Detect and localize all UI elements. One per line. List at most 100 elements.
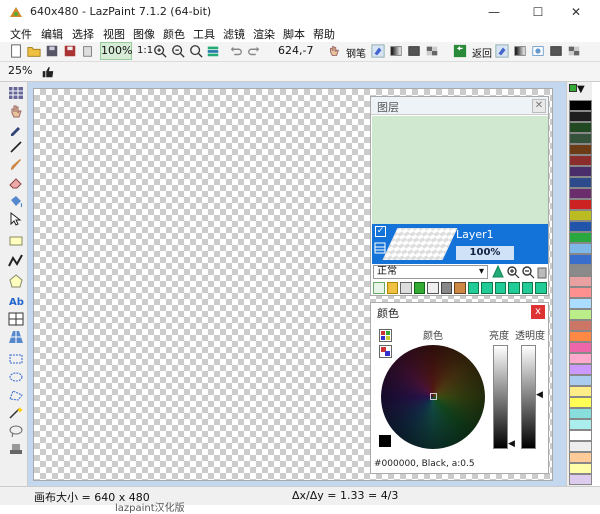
- layer-zoom-out-icon[interactable]: [521, 265, 535, 279]
- layers-panel-header[interactable]: 图层 ✕: [371, 97, 548, 115]
- layer-delete-icon[interactable]: [535, 265, 549, 279]
- layer-visible-checkbox[interactable]: ✓: [375, 226, 386, 237]
- palette-swatch[interactable]: [569, 386, 592, 397]
- menu-file[interactable]: 文件: [10, 26, 32, 42]
- redo-icon[interactable]: [246, 43, 262, 59]
- palette-swatch[interactable]: [569, 452, 592, 463]
- perspective-icon[interactable]: [8, 330, 24, 344]
- palette-swatch[interactable]: [569, 397, 592, 408]
- layer-row-layer1[interactable]: ✓ Layer1 100%: [372, 224, 548, 264]
- maximize-button[interactable]: ☐: [518, 3, 558, 21]
- menu-select[interactable]: 选择: [72, 26, 94, 42]
- palette-swatch[interactable]: [569, 254, 592, 265]
- open-folder-icon[interactable]: [26, 43, 42, 59]
- palette-swatch[interactable]: [569, 441, 592, 452]
- save-as-icon[interactable]: [62, 43, 78, 59]
- lasso-icon[interactable]: [8, 424, 24, 438]
- selection-ellipse-icon[interactable]: [8, 370, 24, 384]
- palette-swatch[interactable]: [569, 276, 592, 287]
- minimize-button[interactable]: —: [474, 3, 514, 21]
- color-swap-icon[interactable]: [379, 345, 392, 358]
- palette-swatch[interactable]: [569, 463, 592, 474]
- menu-tools[interactable]: 工具: [193, 26, 215, 42]
- zoom-out-icon[interactable]: [170, 43, 186, 59]
- select-arrow-icon[interactable]: [8, 212, 24, 226]
- palette-swatch[interactable]: [569, 177, 592, 188]
- palette-swatch[interactable]: [569, 364, 592, 375]
- rectangle-tool-icon[interactable]: [8, 234, 24, 248]
- palette-swatch[interactable]: [569, 265, 592, 276]
- add-layer-icon[interactable]: [373, 282, 385, 294]
- palette-swatch[interactable]: [569, 221, 592, 232]
- palette-swatch[interactable]: [569, 320, 592, 331]
- brightness-slider-handle[interactable]: ◀: [508, 439, 515, 449]
- checker-texture-icon[interactable]: [424, 43, 440, 59]
- return-icon[interactable]: [452, 43, 468, 59]
- palette-swatch[interactable]: [569, 243, 592, 254]
- color-panel-header[interactable]: 颜色 x: [371, 303, 548, 321]
- palette-swatch[interactable]: [569, 353, 592, 364]
- palette-swatch[interactable]: [569, 408, 592, 419]
- palette-swatch[interactable]: [569, 309, 592, 320]
- color-panel-close-icon[interactable]: x: [531, 305, 545, 319]
- palette-swatch[interactable]: [569, 298, 592, 309]
- layer-rotate-icon[interactable]: [521, 282, 534, 294]
- eraser-tool-icon[interactable]: [8, 176, 24, 190]
- duplicate-layer-icon[interactable]: [400, 282, 412, 294]
- palette-swatch[interactable]: [569, 419, 592, 430]
- layer-brush-icon[interactable]: [454, 282, 466, 294]
- opacity-slider-handle[interactable]: ◀: [536, 390, 543, 400]
- palette-swatch[interactable]: [569, 188, 592, 199]
- fill-tool-icon[interactable]: [370, 43, 386, 59]
- layer-up-icon[interactable]: [481, 282, 493, 294]
- grid-tool-icon[interactable]: [8, 86, 24, 100]
- palette-swatch[interactable]: [569, 199, 592, 210]
- layer-flip-h-icon[interactable]: [494, 282, 507, 294]
- checker-texture-icon-2[interactable]: [566, 43, 582, 59]
- layer-down-icon[interactable]: [467, 282, 480, 294]
- pen-tool-icon[interactable]: [8, 140, 24, 154]
- layer-flip-v-icon[interactable]: [508, 282, 520, 294]
- pattern-icon[interactable]: [530, 43, 546, 59]
- zoom-fit-icon[interactable]: [188, 43, 204, 59]
- zoom-in-icon[interactable]: [152, 43, 168, 59]
- palette-swatch[interactable]: [569, 474, 592, 485]
- hand-tool-icon[interactable]: [8, 104, 24, 118]
- layer-mask-icon[interactable]: [440, 282, 453, 294]
- menu-render[interactable]: 渲染: [253, 26, 275, 42]
- fill-tool-icon-2[interactable]: [494, 43, 510, 59]
- brightness-slider[interactable]: [493, 345, 508, 449]
- palette-swatch[interactable]: [569, 375, 592, 386]
- palette-swatch[interactable]: [569, 155, 592, 166]
- grid-deform-icon[interactable]: [8, 312, 24, 326]
- solid-color-icon-2[interactable]: [548, 43, 564, 59]
- palette-swatch[interactable]: [569, 122, 592, 133]
- color-picker-icon[interactable]: [8, 122, 24, 136]
- palette-swatch[interactable]: [569, 331, 592, 342]
- fill-bucket-icon[interactable]: [8, 194, 24, 208]
- open-layer-icon[interactable]: [386, 282, 399, 294]
- copy-icon[interactable]: [80, 43, 96, 59]
- palette-swatch[interactable]: [569, 210, 592, 221]
- close-button[interactable]: ✕: [556, 3, 596, 21]
- clone-stamp-icon[interactable]: [8, 442, 24, 456]
- thumb-up-icon[interactable]: [40, 64, 56, 80]
- selection-rect-icon[interactable]: [8, 352, 24, 366]
- palette-swatch[interactable]: [569, 111, 592, 122]
- zoom-percent[interactable]: 25%: [8, 64, 32, 77]
- menu-script[interactable]: 脚本: [283, 26, 305, 42]
- text-tool-icon[interactable]: Ab: [8, 294, 24, 308]
- opacity-slider[interactable]: [521, 345, 536, 449]
- layer-move-icon[interactable]: [535, 282, 547, 294]
- palette-swatch[interactable]: [569, 144, 592, 155]
- layer-zoom-in-icon[interactable]: [506, 265, 520, 279]
- gradient-icon[interactable]: [388, 43, 404, 59]
- selection-poly-icon[interactable]: [8, 388, 24, 402]
- blend-mode-select[interactable]: 正常 ▾: [373, 265, 488, 279]
- palette-swatch[interactable]: [569, 100, 592, 111]
- polygon-tool-icon[interactable]: [8, 274, 24, 288]
- layers-stack-icon[interactable]: [205, 43, 221, 59]
- layer-settings-icon[interactable]: [427, 282, 439, 294]
- palette-swatch[interactable]: [569, 133, 592, 144]
- menu-image[interactable]: 图像: [133, 26, 155, 42]
